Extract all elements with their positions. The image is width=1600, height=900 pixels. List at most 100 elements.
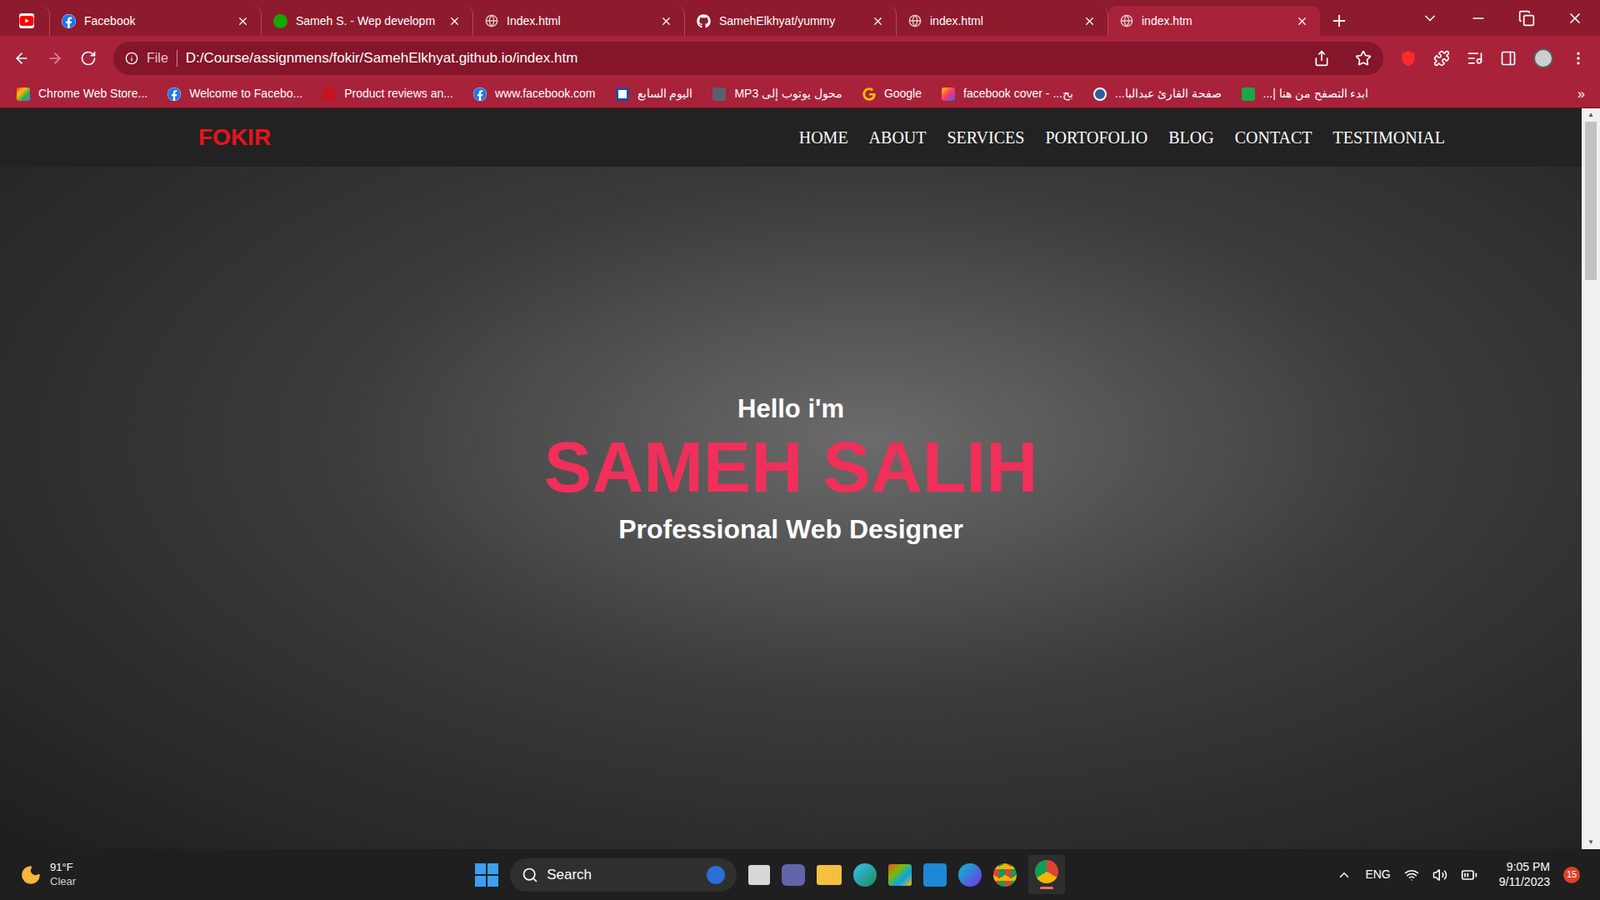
upwork-icon	[273, 14, 288, 29]
address-bar[interactable]: File D:/Course/assignmens/fokir/SamehElkh…	[113, 41, 1384, 75]
close-icon[interactable]	[660, 15, 673, 28]
search-icon	[521, 866, 539, 884]
media-icon[interactable]	[1466, 50, 1484, 67]
bookmark[interactable]: Product reviews an...	[322, 85, 454, 103]
music-icon	[712, 87, 726, 101]
reload-icon[interactable]	[80, 50, 97, 67]
scheme-label: File	[146, 48, 169, 69]
browser-tab[interactable]: SamehElkhyat/yummy	[685, 5, 897, 36]
url-text: D:/Course/assignmens/fokir/SamehElkhyat.…	[185, 47, 1305, 70]
back-icon[interactable]	[13, 50, 30, 67]
close-icon[interactable]	[1295, 15, 1309, 28]
page: FOKIR HOME ABOUT SERVICES PORTOFOLIO BLOG CONT…	[0, 108, 1582, 850]
quran-icon	[1093, 87, 1107, 101]
side-panel-icon[interactable]	[1500, 50, 1517, 67]
nav-link[interactable]: SERVICES	[947, 125, 1025, 150]
moon-icon	[20, 864, 42, 886]
bookmark[interactable]: Welcome to Facebo...	[167, 85, 303, 103]
store-icon[interactable]	[888, 864, 912, 886]
tab-label: index.html	[930, 12, 1075, 30]
scrollbar-thumb[interactable]	[1585, 121, 1597, 280]
bookmark[interactable]: Chrome Web Store...	[16, 85, 148, 103]
toolbar: File D:/Course/assignmens/fokir/SamehElkh…	[0, 35, 1600, 80]
restore-icon[interactable]	[1518, 10, 1535, 27]
browser-tab[interactable]: Sameh S. - Wep developm	[261, 5, 474, 36]
start-button[interactable]	[475, 863, 499, 887]
bookmark[interactable]: www.facebook.com	[473, 85, 596, 103]
bookmark[interactable]: صفحة القارئ عبدالبا...	[1093, 85, 1221, 103]
vscode-icon[interactable]	[923, 863, 947, 887]
close-icon[interactable]	[1083, 15, 1096, 28]
menu-icon[interactable]	[1570, 50, 1587, 67]
taskbar-search[interactable]: Search	[510, 858, 737, 892]
site-nav: HOME ABOUT SERVICES PORTOFOLIO BLOG CONTACT TE…	[799, 125, 1445, 150]
chrome-active-icon[interactable]	[1028, 855, 1065, 895]
bookmark[interactable]: Google	[862, 85, 922, 103]
globe-icon	[1120, 14, 1134, 28]
chevron-up-icon[interactable]	[1336, 867, 1352, 883]
tab-label: Index.html	[506, 12, 652, 30]
tab-label: index.htm	[1141, 12, 1288, 30]
close-icon[interactable]	[871, 15, 885, 28]
extension-shield-icon[interactable]	[1400, 50, 1417, 67]
avatar-icon[interactable]	[1533, 48, 1554, 69]
browser-tab[interactable]: Index.html	[473, 5, 685, 36]
wifi-icon[interactable]	[1404, 867, 1420, 883]
bookmark-star-icon[interactable]	[1355, 50, 1372, 67]
tab-label: Facebook	[84, 12, 229, 30]
task-view-icon[interactable]	[748, 865, 770, 885]
edge-icon[interactable]	[853, 863, 877, 887]
weather-widget[interactable]: 91°FClear	[20, 860, 187, 889]
chrome-icon[interactable]	[993, 863, 1017, 887]
canva-icon[interactable]	[958, 863, 982, 887]
globe-icon	[485, 14, 499, 28]
bing-icon	[706, 865, 725, 885]
close-window-icon[interactable]	[1566, 10, 1584, 27]
bookmark[interactable]: ابدء التصفح من هنا |...	[1241, 85, 1370, 103]
browser-tab[interactable]: index.htm	[1108, 5, 1320, 36]
browser-tab[interactable]: index.html	[896, 5, 1109, 36]
hero-greeting: Hello i'm	[737, 393, 845, 426]
nav-link[interactable]: PORTOFOLIO	[1045, 125, 1148, 150]
news-icon	[615, 87, 630, 101]
nav-link[interactable]: HOME	[799, 125, 849, 150]
share-icon[interactable]	[1313, 50, 1330, 67]
notification-badge[interactable]: 15	[1563, 866, 1580, 884]
site-logo[interactable]: FOKIR	[198, 120, 271, 155]
volume-icon[interactable]	[1432, 867, 1448, 883]
nav-link[interactable]: BLOG	[1168, 125, 1214, 150]
bookmark[interactable]: محول يوتوب إلى MP3	[712, 85, 842, 103]
more-bookmarks[interactable]: »	[1577, 84, 1585, 105]
teams-icon[interactable]	[781, 864, 805, 886]
language-indicator[interactable]: ENG	[1365, 865, 1390, 884]
close-icon[interactable]	[236, 15, 250, 28]
info-icon	[125, 51, 139, 65]
nav-link[interactable]: ABOUT	[869, 125, 927, 150]
image-icon	[941, 87, 955, 101]
file-explorer-icon[interactable]	[816, 865, 842, 885]
youtube-icon	[19, 13, 35, 29]
extensions-icon[interactable]	[1433, 50, 1450, 67]
tab-label: SamehElkhyat/yummy	[719, 12, 864, 30]
battery-icon[interactable]	[1460, 866, 1478, 884]
clock[interactable]: 9:05 PM9/11/2023	[1499, 860, 1550, 890]
tab-search-icon[interactable]	[1421, 10, 1439, 27]
window-controls	[1421, 0, 1600, 36]
hero: Hello i'mSAMEH SALIHProfessional Web Des…	[0, 166, 1582, 850]
browser-tab[interactable]: Facebook	[50, 5, 262, 36]
new-tab-button[interactable]	[1320, 5, 1359, 36]
site-navbar: FOKIR HOME ABOUT SERVICES PORTOFOLIO BLOG CONT…	[0, 108, 1582, 167]
pinned-tab[interactable]	[3, 5, 50, 36]
nav-link[interactable]: TESTIMONIAL	[1333, 125, 1445, 150]
minimize-icon[interactable]	[1470, 10, 1487, 27]
close-icon[interactable]	[448, 15, 461, 28]
bookmark[interactable]: اليوم السابع	[615, 85, 694, 103]
forward-icon[interactable]	[46, 50, 64, 67]
desktop: Facebook Sameh S. - Wep developm Index.htm…	[0, 0, 1600, 900]
system-tray: ENG 9:05 PM9/11/2023 15	[1253, 860, 1580, 890]
nav-link[interactable]: CONTACT	[1235, 125, 1313, 150]
green-icon	[1241, 87, 1255, 101]
bookmark[interactable]: facebook cover - ...بح	[941, 85, 1074, 103]
globe-icon	[908, 14, 922, 28]
scrollbar[interactable]: ▲▼	[1581, 108, 1600, 850]
